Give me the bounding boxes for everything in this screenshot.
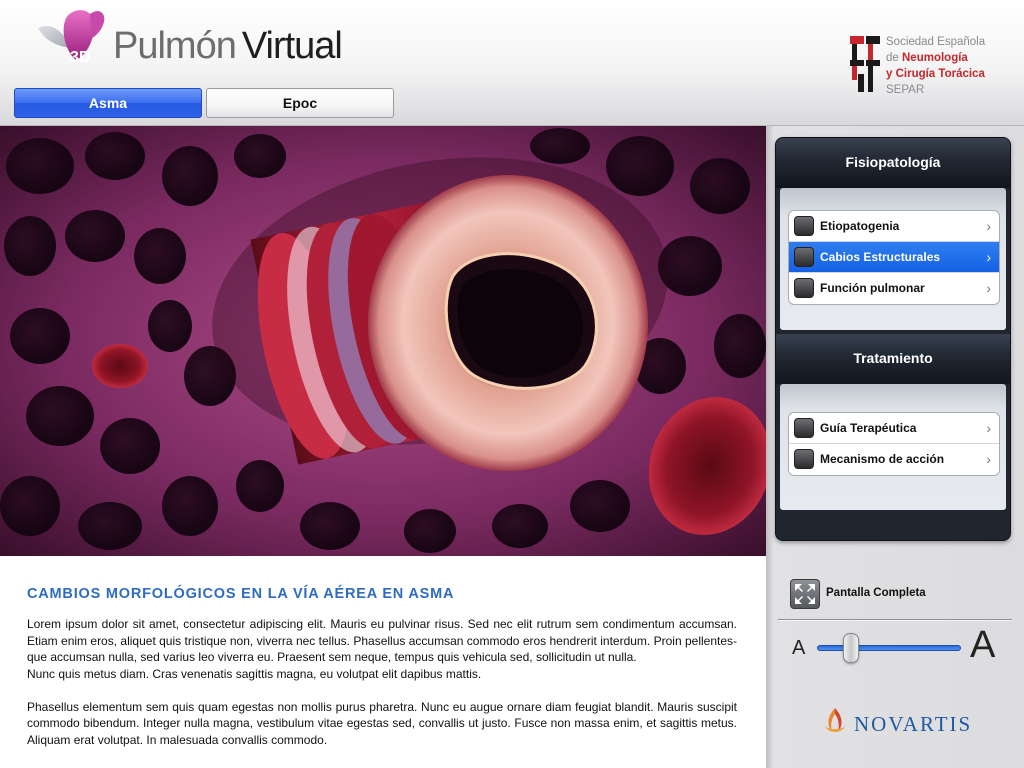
tab-asma[interactable]: Asma xyxy=(14,88,202,118)
chevron-right-icon: › xyxy=(986,451,991,467)
menu-item-label: Cabios Estructurales xyxy=(820,250,941,264)
novartis-logo-icon xyxy=(825,708,845,732)
article-paragraph-2: Phasellus elementum sem quis quam egesta… xyxy=(27,699,737,747)
butterfly-logo-icon: 3D xyxy=(38,10,105,66)
app-header: 3D Pulmón Virtual Asma Epoc Sociedad Espa… xyxy=(0,0,1024,126)
sponsor-logo-text: NOVARTIS xyxy=(854,712,973,736)
fullscreen-button[interactable]: Pantalla Completa xyxy=(790,579,1010,609)
tab-epoc[interactable]: Epoc xyxy=(206,88,394,118)
airway-3d-image[interactable] xyxy=(0,126,766,556)
article-paragraph-1b: Nunc quis metus diam. Cras venenatis sag… xyxy=(27,666,482,681)
font-size-small-label: A xyxy=(792,637,806,659)
menu-item-label: Mecanismo de acción xyxy=(820,452,945,466)
fullscreen-label: Pantalla Completa xyxy=(826,587,926,599)
airway-illustration xyxy=(0,126,766,556)
structure-icon xyxy=(794,247,814,267)
app-title-word-2: Virtual xyxy=(241,25,343,67)
society-line-1: Sociedad Española xyxy=(886,36,986,48)
society-line-2: de Neumología xyxy=(886,52,968,64)
society-name: Sociedad Española de Neumología y Cirugí… xyxy=(886,34,985,98)
tratamiento-list: Guía Terapéutica › Mecanismo de acción › xyxy=(788,412,1000,476)
menu-item-guia-terapeutica[interactable]: Guía Terapéutica › xyxy=(789,413,999,444)
font-size-slider[interactable] xyxy=(817,645,961,651)
logo-badge: 3D xyxy=(70,49,90,66)
stethoscope-icon xyxy=(794,418,814,438)
navigation-panel: Fisiopatología Etiopatogenia › Cabios Es… xyxy=(775,137,1011,541)
separ-logo-icon xyxy=(850,36,880,92)
inhaler-icon xyxy=(794,449,814,469)
app-title: Pulmón Virtual xyxy=(113,25,343,67)
menu-item-mecanismo-de-accion[interactable]: Mecanismo de acción › xyxy=(789,444,999,475)
lungs-icon xyxy=(794,216,814,236)
article-title: CAMBIOS MORFOLÓGICOS EN LA VÍA AÉREA EN … xyxy=(27,586,455,602)
tratamiento-body: Guía Terapéutica › Mecanismo de acción › xyxy=(780,384,1006,510)
menu-item-label: Función pulmonar xyxy=(820,281,925,295)
menu-item-funcion-pulmonar[interactable]: Función pulmonar › xyxy=(789,273,999,304)
society-line-4: SEPAR xyxy=(886,84,925,96)
article-paragraph-1: Lorem ipsum dolor sit amet, consectetur … xyxy=(27,617,737,664)
font-size-slider-thumb[interactable] xyxy=(842,633,859,663)
article-body: Lorem ipsum dolor sit amet, consectetur … xyxy=(27,616,737,765)
fullscreen-icon xyxy=(790,579,820,609)
app-title-word-1: Pulmón xyxy=(113,25,237,67)
menu-item-label: Guía Terapéutica xyxy=(820,421,917,435)
fisiopatologia-list: Etiopatogenia › Cabios Estructurales › F… xyxy=(788,210,1000,305)
menu-item-cabios-estructurales[interactable]: Cabios Estructurales › xyxy=(789,242,999,273)
section-title-fisiopatologia: Fisiopatología xyxy=(776,138,1010,188)
sidebar-divider xyxy=(778,619,1012,621)
chevron-right-icon: › xyxy=(986,249,991,265)
spirometer-icon xyxy=(794,278,814,298)
menu-item-label: Etiopatogenia xyxy=(820,219,900,233)
font-size-large-label: A xyxy=(970,624,996,666)
section-title-tratamiento: Tratamiento xyxy=(776,334,1010,384)
menu-item-etiopatogenia[interactable]: Etiopatogenia › xyxy=(789,211,999,242)
fisiopatologia-body: Etiopatogenia › Cabios Estructurales › F… xyxy=(780,188,1006,330)
society-line-3: y Cirugía Torácica xyxy=(886,68,985,80)
article: CAMBIOS MORFOLÓGICOS EN LA VÍA AÉREA EN … xyxy=(0,556,766,768)
chevron-right-icon: › xyxy=(986,280,991,296)
chevron-right-icon: › xyxy=(986,218,991,234)
chevron-right-icon: › xyxy=(986,420,991,436)
